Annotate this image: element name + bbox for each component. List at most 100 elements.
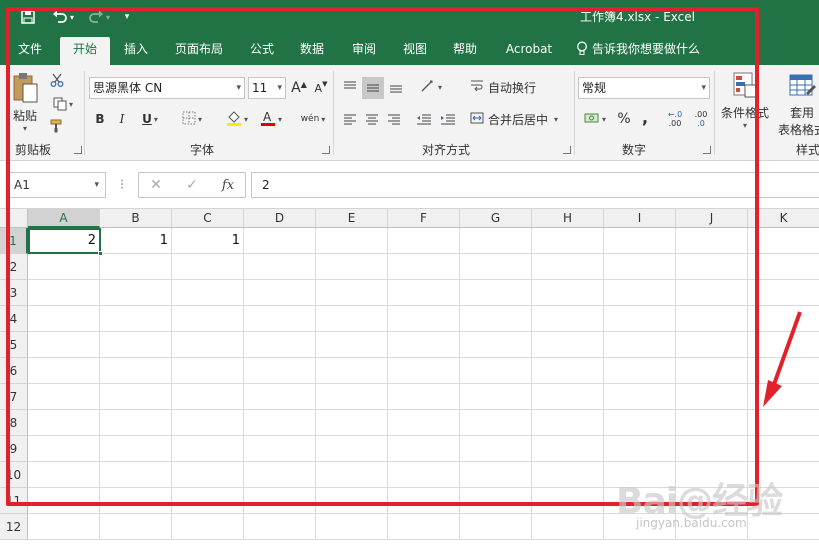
cell-b10[interactable] — [100, 462, 172, 488]
column-header-d[interactable]: D — [244, 209, 316, 228]
cell-f4[interactable] — [388, 306, 460, 332]
cell-a12[interactable] — [28, 514, 100, 540]
more-dots-icon[interactable]: ⁝ — [116, 175, 128, 195]
cell-e11[interactable] — [316, 488, 388, 514]
decrease-indent-icon[interactable] — [414, 109, 434, 129]
insert-function-icon[interactable]: fx — [219, 175, 237, 195]
cell-b12[interactable] — [100, 514, 172, 540]
cell-k9[interactable] — [748, 436, 819, 462]
cell-g12[interactable] — [460, 514, 532, 540]
cell-b8[interactable] — [100, 410, 172, 436]
cell-e4[interactable] — [316, 306, 388, 332]
cell-i2[interactable] — [604, 254, 676, 280]
cell-i7[interactable] — [604, 384, 676, 410]
align-right-icon[interactable] — [384, 109, 404, 129]
cut-icon[interactable] — [46, 71, 68, 89]
fill-handle[interactable] — [98, 251, 103, 256]
font-launcher[interactable] — [322, 146, 330, 154]
accounting-format-button[interactable]: ▾ — [580, 109, 610, 129]
italic-button[interactable]: I — [114, 109, 130, 129]
cell-a7[interactable] — [28, 384, 100, 410]
cell-d7[interactable] — [244, 384, 316, 410]
number-launcher[interactable] — [703, 146, 711, 154]
cell-c11[interactable] — [172, 488, 244, 514]
cell-a8[interactable] — [28, 410, 100, 436]
tab-data[interactable]: 数据 — [298, 39, 326, 65]
row-header-11[interactable]: 11 — [0, 488, 28, 514]
cell-e12[interactable] — [316, 514, 388, 540]
column-header-e[interactable]: E — [316, 209, 388, 228]
undo-icon[interactable]: ▾ — [48, 7, 78, 27]
cell-e8[interactable] — [316, 410, 388, 436]
cell-j3[interactable] — [676, 280, 748, 306]
font-name-select[interactable]: 思源黑体 CN ▾ — [89, 77, 245, 99]
cell-b6[interactable] — [100, 358, 172, 384]
tab-help[interactable]: 帮助 — [451, 39, 479, 65]
cell-g3[interactable] — [460, 280, 532, 306]
align-left-icon[interactable] — [340, 109, 360, 129]
tab-page-layout[interactable]: 页面布局 — [172, 39, 226, 65]
cell-j2[interactable] — [676, 254, 748, 280]
cell-f9[interactable] — [388, 436, 460, 462]
name-box[interactable]: A1 ▾ — [6, 172, 106, 198]
cell-e3[interactable] — [316, 280, 388, 306]
row-header-2[interactable]: 2 — [0, 254, 28, 280]
cell-c8[interactable] — [172, 410, 244, 436]
column-header-g[interactable]: G — [460, 209, 532, 228]
align-center-icon[interactable] — [362, 109, 382, 129]
cell-c1[interactable]: 1 — [172, 228, 244, 254]
cell-f2[interactable] — [388, 254, 460, 280]
column-header-i[interactable]: I — [604, 209, 676, 228]
paste-button[interactable]: 粘贴 ▾ — [8, 71, 42, 133]
cell-g7[interactable] — [460, 384, 532, 410]
cell-h4[interactable] — [532, 306, 604, 332]
cell-i1[interactable] — [604, 228, 676, 254]
align-middle-icon[interactable] — [362, 77, 384, 99]
cell-k3[interactable] — [748, 280, 819, 306]
conditional-format-button[interactable]: 条件格式 ▾ — [718, 71, 772, 137]
cell-c2[interactable] — [172, 254, 244, 280]
cell-f8[interactable] — [388, 410, 460, 436]
cell-c12[interactable] — [172, 514, 244, 540]
cell-a6[interactable] — [28, 358, 100, 384]
row-header-9[interactable]: 9 — [0, 436, 28, 462]
cell-b4[interactable] — [100, 306, 172, 332]
cell-k2[interactable] — [748, 254, 819, 280]
cell-c9[interactable] — [172, 436, 244, 462]
cell-i6[interactable] — [604, 358, 676, 384]
cell-f12[interactable] — [388, 514, 460, 540]
percent-style-button[interactable]: % — [614, 109, 634, 129]
cell-j1[interactable] — [676, 228, 748, 254]
select-all-button[interactable] — [0, 209, 28, 228]
cell-a11[interactable] — [28, 488, 100, 514]
cell-b5[interactable] — [100, 332, 172, 358]
row-header-1[interactable]: 1 — [0, 228, 28, 254]
row-header-3[interactable]: 3 — [0, 280, 28, 306]
cell-h3[interactable] — [532, 280, 604, 306]
merge-center-button[interactable]: 合并后居中 ▾ — [470, 109, 566, 129]
cell-g11[interactable] — [460, 488, 532, 514]
cell-e5[interactable] — [316, 332, 388, 358]
column-header-j[interactable]: J — [676, 209, 748, 228]
cell-h2[interactable] — [532, 254, 604, 280]
cell-f6[interactable] — [388, 358, 460, 384]
cell-g8[interactable] — [460, 410, 532, 436]
cell-d10[interactable] — [244, 462, 316, 488]
font-color-button[interactable]: A ▾ — [256, 109, 286, 129]
cell-h7[interactable] — [532, 384, 604, 410]
format-painter-icon[interactable] — [46, 117, 68, 135]
decrease-font-size-icon[interactable]: A ▼ — [313, 78, 329, 98]
row-header-12[interactable]: 12 — [0, 514, 28, 540]
cell-e9[interactable] — [316, 436, 388, 462]
redo-icon[interactable]: ▾ — [84, 7, 114, 27]
cell-c3[interactable] — [172, 280, 244, 306]
format-as-table-button[interactable]: 套用 表格格式 — [772, 71, 819, 137]
cell-g6[interactable] — [460, 358, 532, 384]
cell-j12[interactable] — [676, 514, 748, 540]
cell-k11[interactable] — [748, 488, 819, 514]
decrease-decimal-button[interactable]: .00 .0 — [690, 107, 712, 131]
fill-color-button[interactable]: ▾ — [222, 109, 252, 129]
cell-h5[interactable] — [532, 332, 604, 358]
cell-g4[interactable] — [460, 306, 532, 332]
cell-h11[interactable] — [532, 488, 604, 514]
